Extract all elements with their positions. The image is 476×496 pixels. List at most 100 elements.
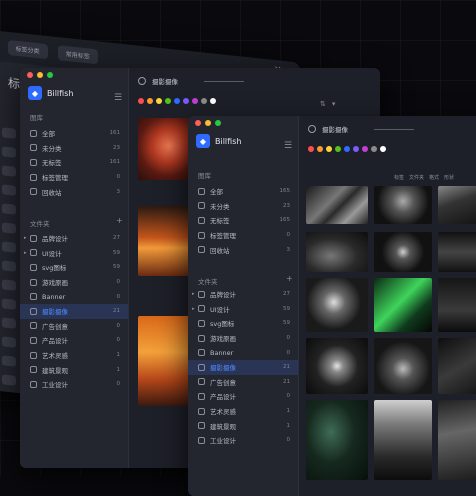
folder-item[interactable]: 工业设计 0 bbox=[188, 433, 298, 448]
filter-folder-dropdown[interactable]: 文件夹 bbox=[409, 174, 424, 181]
image-thumb[interactable] bbox=[306, 278, 368, 332]
image-thumb[interactable] bbox=[306, 232, 368, 272]
add-folder-button[interactable]: + bbox=[116, 216, 123, 225]
filter-shape-dropdown[interactable]: 形状 bbox=[444, 174, 454, 181]
image-thumb[interactable] bbox=[138, 316, 194, 406]
folder-item[interactable]: 产品设计 0 bbox=[20, 333, 128, 348]
minimize-dot-icon[interactable] bbox=[205, 120, 211, 126]
sidebar-item[interactable]: 无标签 161 bbox=[20, 155, 128, 170]
sidebar-item[interactable]: 全部 161 bbox=[20, 126, 128, 141]
expand-caret-icon[interactable]: ▸ bbox=[192, 306, 195, 312]
tag-pill[interactable] bbox=[2, 146, 16, 158]
folder-item[interactable]: svg图标 59 bbox=[188, 316, 298, 331]
history-icon[interactable] bbox=[138, 77, 146, 85]
color-filter-dot[interactable] bbox=[210, 98, 216, 104]
sidebar-item[interactable]: 未分类 23 bbox=[20, 141, 128, 156]
folder-item[interactable]: Banner 0 bbox=[20, 289, 128, 304]
image-thumb[interactable] bbox=[374, 400, 432, 480]
color-filter-dot[interactable] bbox=[380, 146, 386, 152]
menu-icon[interactable]: ☰ bbox=[114, 93, 122, 103]
image-thumb[interactable] bbox=[438, 232, 476, 272]
image-thumb[interactable] bbox=[374, 186, 432, 224]
sidebar-item[interactable]: 回收站 3 bbox=[188, 242, 298, 257]
folder-item[interactable]: 建筑景观 1 bbox=[188, 418, 298, 433]
tag-pill[interactable] bbox=[2, 279, 16, 291]
color-filter-dot[interactable] bbox=[165, 98, 171, 104]
search-line[interactable] bbox=[374, 128, 414, 130]
tag-pill[interactable] bbox=[2, 203, 16, 215]
tab-common-tags[interactable]: 常用标签 bbox=[57, 44, 98, 64]
image-thumb[interactable] bbox=[138, 206, 194, 276]
sidebar-item[interactable]: 未分类 23 bbox=[188, 199, 298, 214]
close-dot-icon[interactable] bbox=[27, 72, 33, 78]
folder-item[interactable]: 工业设计 0 bbox=[20, 377, 128, 392]
close-dot-icon[interactable] bbox=[195, 120, 201, 126]
filter-tag-dropdown[interactable]: 标签 bbox=[394, 174, 404, 181]
sidebar-item[interactable]: 回收站 3 bbox=[20, 184, 128, 199]
maximize-dot-icon[interactable] bbox=[215, 120, 221, 126]
image-thumb[interactable] bbox=[306, 400, 368, 480]
folder-item[interactable]: 广告创意 21 bbox=[188, 375, 298, 390]
folder-item[interactable]: ▸ 品牌设计 27 bbox=[20, 231, 128, 246]
image-thumb[interactable] bbox=[438, 338, 476, 394]
color-filter-dot[interactable] bbox=[353, 146, 359, 152]
minimize-dot-icon[interactable] bbox=[37, 72, 43, 78]
image-thumb[interactable] bbox=[374, 232, 432, 272]
folder-item[interactable]: ▸ UI设计 59 bbox=[188, 302, 298, 317]
color-filter-dot[interactable] bbox=[192, 98, 198, 104]
tag-pill[interactable] bbox=[2, 241, 16, 253]
color-filter-dot[interactable] bbox=[308, 146, 314, 152]
image-thumb[interactable] bbox=[374, 338, 432, 394]
sidebar-item[interactable]: 全部 165 bbox=[188, 184, 298, 199]
folder-item[interactable]: 艺术灵感 1 bbox=[188, 404, 298, 419]
folder-item[interactable]: 摄影摄像 21 bbox=[188, 359, 298, 375]
color-filter-dot[interactable] bbox=[371, 146, 377, 152]
color-filter-dot[interactable] bbox=[147, 98, 153, 104]
sidebar-item[interactable]: 标签管理 0 bbox=[20, 170, 128, 185]
tag-pill[interactable] bbox=[2, 317, 16, 329]
folder-item[interactable]: svg图标 59 bbox=[20, 260, 128, 275]
color-filter-dot[interactable] bbox=[326, 146, 332, 152]
color-filter-dot[interactable] bbox=[156, 98, 162, 104]
tag-pill[interactable] bbox=[2, 184, 16, 196]
color-filter-dot[interactable] bbox=[174, 98, 180, 104]
color-filter-dot[interactable] bbox=[335, 146, 341, 152]
tag-pill[interactable] bbox=[2, 222, 16, 234]
expand-caret-icon[interactable]: ▸ bbox=[192, 291, 195, 297]
folder-item[interactable]: ▸ UI设计 59 bbox=[20, 246, 128, 261]
image-thumb[interactable] bbox=[438, 278, 476, 332]
menu-icon[interactable]: ☰ bbox=[284, 141, 292, 151]
add-folder-button[interactable]: + bbox=[286, 274, 293, 283]
image-thumb[interactable] bbox=[138, 118, 194, 180]
sidebar-item[interactable]: 标签管理 0 bbox=[188, 228, 298, 243]
tag-pill[interactable] bbox=[2, 298, 16, 310]
image-thumb[interactable] bbox=[306, 186, 368, 224]
image-thumb[interactable] bbox=[438, 400, 476, 480]
tag-pill[interactable] bbox=[2, 127, 16, 139]
image-thumb[interactable] bbox=[306, 338, 368, 394]
color-filter-dot[interactable] bbox=[344, 146, 350, 152]
expand-caret-icon[interactable]: ▸ bbox=[24, 250, 27, 256]
sort-icon[interactable]: ⇅ bbox=[320, 100, 326, 108]
sidebar-item[interactable]: 无标签 165 bbox=[188, 213, 298, 228]
image-thumb[interactable] bbox=[438, 186, 476, 224]
history-icon[interactable] bbox=[308, 125, 316, 133]
tab-tag-categories[interactable]: 标签分类 bbox=[7, 39, 48, 59]
filter-icon[interactable]: ▾ bbox=[332, 100, 336, 108]
folder-item[interactable]: 建筑景观 1 bbox=[20, 362, 128, 377]
maximize-dot-icon[interactable] bbox=[47, 72, 53, 78]
color-filter-dot[interactable] bbox=[183, 98, 189, 104]
color-filter-dot[interactable] bbox=[317, 146, 323, 152]
tag-pill[interactable] bbox=[2, 355, 16, 367]
color-filter-dot[interactable] bbox=[138, 98, 144, 104]
expand-caret-icon[interactable]: ▸ bbox=[24, 235, 27, 241]
search-line[interactable] bbox=[204, 80, 244, 82]
image-thumb[interactable] bbox=[374, 278, 432, 332]
color-filter-dot[interactable] bbox=[362, 146, 368, 152]
color-filter-dot[interactable] bbox=[201, 98, 207, 104]
tag-pill[interactable] bbox=[2, 260, 16, 272]
tag-pill[interactable] bbox=[2, 374, 16, 386]
filter-format-dropdown[interactable]: 格式 bbox=[429, 174, 439, 181]
folder-item[interactable]: 游戏原画 0 bbox=[20, 275, 128, 290]
folder-item[interactable]: 艺术灵感 1 bbox=[20, 348, 128, 363]
